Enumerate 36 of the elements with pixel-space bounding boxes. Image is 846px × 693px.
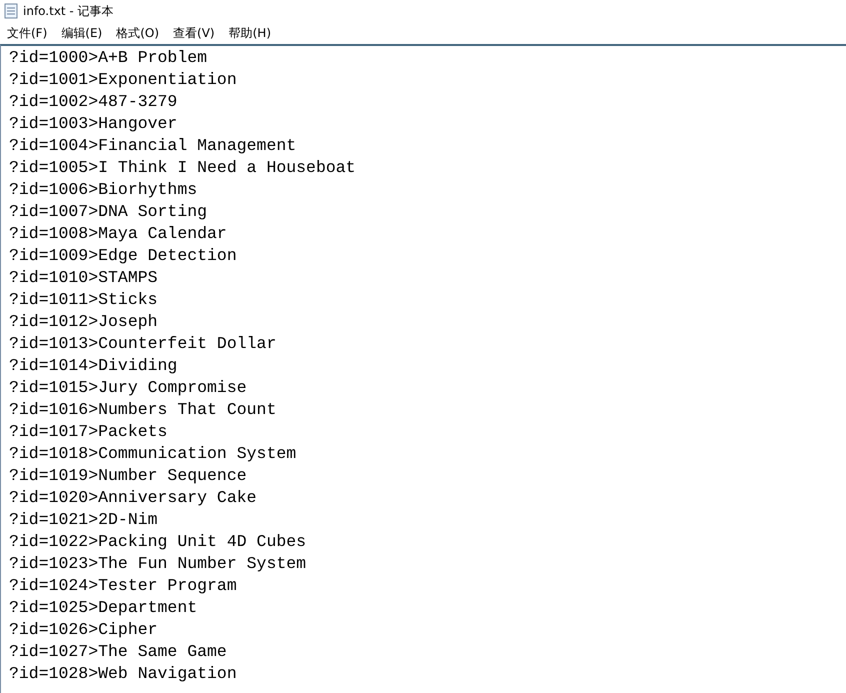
text-line: ?id=1012>Joseph [8,311,158,333]
text-line: ?id=1007>DNA Sorting [8,201,208,223]
menu-item[interactable]: 帮助(H) [224,24,276,42]
text-line: ?id=1019>Number Sequence [8,465,247,487]
text-line: ?id=1010>STAMPS [8,267,158,289]
menu-item[interactable]: 编辑(E) [56,24,108,42]
text-line: ?id=1018>Communication System [8,443,296,465]
text-line: ?id=1006>Biorhythms [8,179,198,201]
text-line: ?id=1023>The Fun Number System [8,553,306,575]
text-line: ?id=1025>Department [8,597,198,619]
text-line: ?id=1017>Packets [8,421,168,443]
text-line: ?id=1028>Web Navigation [8,663,237,685]
text-line: ?id=1009>Edge Detection [8,245,237,267]
notepad-icon [4,3,18,19]
text-line: ?id=1005>I Think I Need a Houseboat [8,157,356,179]
text-line: ?id=1026>Cipher [8,619,158,641]
menu-item[interactable]: 格式(O) [111,24,164,42]
text-line: ?id=1003>Hangover [8,113,178,135]
text-line: ?id=1016>Numbers That Count [8,399,276,421]
text-line: ?id=1004>Financial Management [8,135,296,157]
menu-item[interactable]: 查看(V) [168,24,220,42]
text-line: ?id=1021>2D-Nim [8,509,158,531]
text-line: ?id=1013>Counterfeit Dollar [8,333,276,355]
menu-item[interactable]: 文件(F) [2,24,52,42]
window-title: info.txt - 记事本 [23,3,114,20]
text-line: ?id=1022>Packing Unit 4D Cubes [8,531,306,553]
text-line: ?id=1027>The Same Game [8,641,227,663]
text-line: ?id=1001>Exponentiation [8,69,237,91]
text-line: ?id=1000>A+B Problem [8,47,208,69]
text-line: ?id=1014>Dividing [8,355,178,377]
text-line: ?id=1002>487-3279 [8,91,178,113]
text-line: ?id=1024>Tester Program [8,575,237,597]
text-line: ?id=1011>Sticks [8,289,158,311]
text-line: ?id=1008>Maya Calendar [8,223,227,245]
text-line: ?id=1020>Anniversary Cake [8,487,257,509]
text-line: ?id=1015>Jury Compromise [8,377,247,399]
